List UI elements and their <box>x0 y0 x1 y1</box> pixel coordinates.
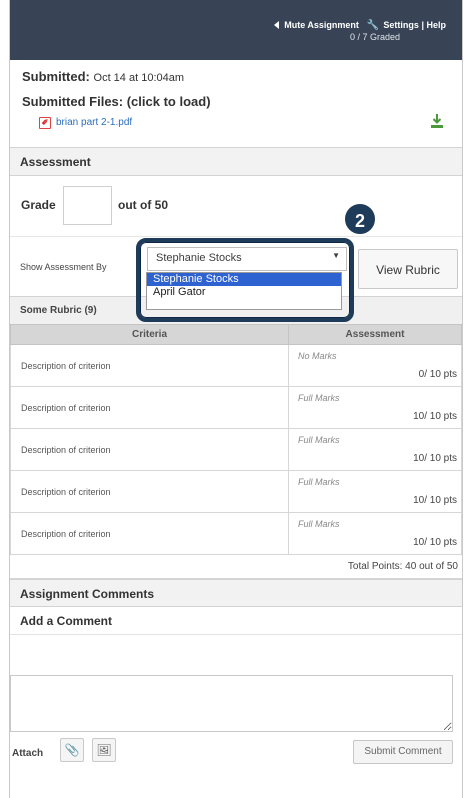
marks-label: No Marks <box>298 351 337 361</box>
view-rubric-button[interactable]: View Rubric <box>358 249 458 289</box>
mute-assignment-link[interactable]: Mute Assignment <box>284 20 359 30</box>
assessment-header-cell: Assessment <box>288 324 462 345</box>
criteria-header: Criteria <box>10 324 289 345</box>
comment-textarea[interactable] <box>10 675 453 732</box>
pdf-icon: ✐ <box>39 117 51 129</box>
media-attach-icon[interactable]: 🖼 <box>92 738 116 762</box>
assessment-cell[interactable]: No Marks 0/ 10 pts <box>288 344 462 387</box>
download-icon[interactable] <box>430 113 444 129</box>
marks-label: Full Marks <box>298 435 340 445</box>
assessment-cell[interactable]: Full Marks 10/ 10 pts <box>288 470 462 513</box>
top-links: Mute Assignment 🔧 Settings | Help <box>273 20 446 31</box>
grade-label: Grade <box>21 198 56 212</box>
grade-row: Grade out of 50 <box>10 176 462 236</box>
mute-icon <box>273 21 279 29</box>
submitted-date: Oct 14 at 10:04am <box>93 72 185 84</box>
wrench-icon: 🔧 <box>366 20 379 31</box>
assessment-header: Assessment <box>10 147 462 176</box>
top-bar: Mute Assignment 🔧 Settings | Help 0 / 7 … <box>10 0 462 60</box>
show-assessment-label: Show Assessment By <box>20 262 107 272</box>
assessment-cell[interactable]: Full Marks 10/ 10 pts <box>288 512 462 555</box>
add-comment-header: Add a Comment <box>10 607 462 635</box>
points-value: 10/ 10 pts <box>413 411 457 422</box>
submit-comment-button[interactable]: Submit Comment <box>353 740 453 764</box>
settings-link[interactable]: Settings <box>383 20 419 30</box>
assessor-dropdown-menu: Stephanie Stocks April Gator <box>146 272 342 310</box>
table-row: Description of criterion Full Marks 10/ … <box>10 470 462 513</box>
marks-label: Full Marks <box>298 519 340 529</box>
points-value: 10/ 10 pts <box>413 495 457 506</box>
marks-label: Full Marks <box>298 477 340 487</box>
table-row: Description of criterion No Marks 0/ 10 … <box>10 344 462 387</box>
points-value: 10/ 10 pts <box>413 453 457 464</box>
assessor-option[interactable]: Stephanie Stocks <box>147 273 341 286</box>
rubric-header-row: Criteria Assessment <box>10 324 462 345</box>
criterion-cell: Description of criterion <box>10 386 289 429</box>
table-row: Description of criterion Full Marks 10/ … <box>10 386 462 429</box>
rubric-table: Criteria Assessment Description of crite… <box>10 324 462 555</box>
criterion-cell: Description of criterion <box>10 470 289 513</box>
total-points: Total Points: 40 out of 50 <box>10 555 462 579</box>
help-link[interactable]: Help <box>426 20 446 30</box>
table-row: Description of criterion Full Marks 10/ … <box>10 428 462 471</box>
points-value: 10/ 10 pts <box>413 537 457 548</box>
criterion-cell: Description of criterion <box>10 512 289 555</box>
file-link[interactable]: brian part 2-1.pdf <box>56 117 132 128</box>
assessment-cell[interactable]: Full Marks 10/ 10 pts <box>288 386 462 429</box>
submitted-label: Submitted: <box>22 69 90 84</box>
assessor-option[interactable]: April Gator <box>147 286 341 299</box>
out-of-label: out of 50 <box>118 198 168 212</box>
paperclip-icon[interactable]: 📎 <box>60 738 84 762</box>
link-separator: | <box>421 20 424 30</box>
callout-number-badge: 2 <box>343 202 377 236</box>
submitted-row: Submitted: Oct 14 at 10:04am <box>22 69 450 84</box>
points-value: 0/ 10 pts <box>418 369 457 380</box>
graded-count: 0 / 7 Graded <box>349 32 400 42</box>
submission-info: Submitted: Oct 14 at 10:04am Submitted F… <box>10 69 462 137</box>
submitted-files-label: Submitted Files: (click to load) <box>22 94 211 109</box>
attach-label: Attach <box>12 748 44 759</box>
criterion-cell: Description of criterion <box>10 428 289 471</box>
file-row: ✐ brian part 2-1.pdf <box>22 113 450 137</box>
assignment-comments-header: Assignment Comments <box>10 579 462 607</box>
criterion-cell: Description of criterion <box>10 344 289 387</box>
table-row: Description of criterion Full Marks 10/ … <box>10 512 462 555</box>
marks-label: Full Marks <box>298 393 340 403</box>
grade-input[interactable] <box>63 186 112 225</box>
assessment-cell[interactable]: Full Marks 10/ 10 pts <box>288 428 462 471</box>
